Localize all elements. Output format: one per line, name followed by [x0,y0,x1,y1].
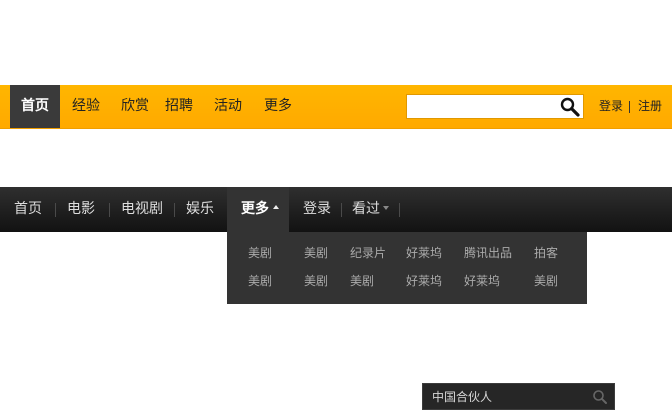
dropdown-item[interactable]: 拍客 [534,245,558,261]
nav-item-tv-series[interactable]: 电视剧 [121,187,163,232]
nav-item-experience[interactable]: 经验 [72,85,100,128]
dark-search-box [422,383,615,410]
dark-search-input[interactable] [423,384,601,409]
nav-item-watched-label: 看过 [352,201,380,217]
more-dropdown-menu: 美剧 美剧 纪录片 好莱坞 腾讯出品 拍客 美剧 美剧 美剧 好莱坞 好莱坞 美… [227,232,587,304]
dropdown-item[interactable]: 纪录片 [350,245,386,261]
login-link[interactable]: 登录 [599,85,623,128]
dropdown-item[interactable]: 美剧 [248,245,272,261]
search-input[interactable] [407,95,569,118]
search-icon[interactable] [559,96,581,118]
caret-down-icon [383,206,389,210]
nav-item-more-label: 更多 [241,201,269,217]
nav-item-appreciate[interactable]: 欣赏 [121,85,149,128]
dropdown-item[interactable]: 好莱坞 [406,273,442,289]
nav-item-events[interactable]: 活动 [214,85,242,128]
nav-item-more[interactable]: 更多 [227,187,289,232]
dropdown-item[interactable]: 美剧 [248,273,272,289]
search-box [406,94,584,119]
nav-item-more[interactable]: 更多 [264,85,292,128]
dropdown-item[interactable]: 好莱坞 [464,273,500,289]
nav-item-home[interactable]: 首页 [10,85,60,128]
nav-item-jobs[interactable]: 招聘 [165,85,193,128]
nav-divider [55,203,56,217]
search-icon[interactable] [592,389,608,405]
nav-item-movies[interactable]: 电影 [67,187,95,232]
dropdown-item[interactable]: 美剧 [350,273,374,289]
caret-up-icon [273,205,279,209]
nav-divider [174,203,175,217]
auth-divider [629,101,630,113]
nav-divider [341,203,342,217]
dropdown-item[interactable]: 美剧 [534,273,558,289]
dropdown-item[interactable]: 好莱坞 [406,245,442,261]
top-nav-dark: 首页 电影 电视剧 娱乐 更多 登录 看过 [0,187,672,232]
dropdown-item[interactable]: 腾讯出品 [464,245,512,261]
nav-item-login[interactable]: 登录 [303,187,331,232]
nav-divider [109,203,110,217]
nav-item-watched[interactable]: 看过 [352,187,389,232]
nav-item-home[interactable]: 首页 [14,187,42,232]
dropdown-item[interactable]: 美剧 [304,273,328,289]
top-nav-orange: 首页 经验 欣赏 招聘 活动 更多 登录 注册 [0,85,672,129]
dropdown-item[interactable]: 美剧 [304,245,328,261]
nav-divider [399,203,400,217]
register-link[interactable]: 注册 [638,85,662,128]
nav-item-entertainment[interactable]: 娱乐 [186,187,214,232]
